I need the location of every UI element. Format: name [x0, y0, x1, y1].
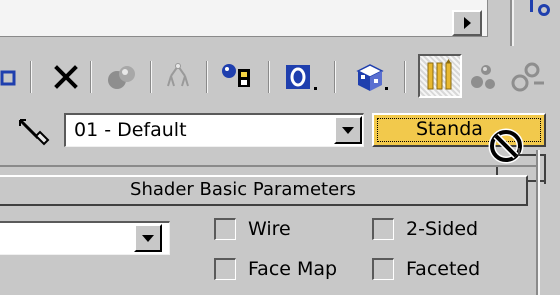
eyedropper-icon	[18, 118, 50, 146]
face-map-checkbox[interactable]	[214, 258, 236, 280]
scroll-right-button[interactable]	[452, 10, 482, 36]
corner-icon[interactable]	[528, 0, 558, 22]
toolbar-separator	[268, 61, 270, 93]
go-to-parent-icon	[471, 65, 495, 89]
divider	[0, 165, 536, 167]
faceted-checkbox[interactable]	[372, 258, 394, 280]
toolbar-separator	[206, 61, 208, 93]
top-panel-area	[0, 0, 488, 37]
put-to-scene-button[interactable]	[0, 58, 20, 96]
material-effects-channel-icon	[286, 65, 317, 90]
connector-line	[518, 154, 546, 156]
put-to-scene-icon	[0, 70, 16, 86]
go-forward-to-sibling-button[interactable]	[506, 58, 550, 96]
toolbar-separator	[334, 61, 336, 93]
two-sided-checkbox[interactable]	[372, 218, 394, 240]
put-to-library-icon	[167, 63, 189, 87]
toolbar-separator	[90, 61, 92, 93]
material-name-dropdown-button[interactable]	[334, 116, 362, 144]
panel-border	[538, 150, 540, 295]
wire-checkbox[interactable]	[214, 218, 236, 240]
material-name-text: 01 - Default	[74, 119, 187, 141]
show-map-in-viewport-button[interactable]	[350, 58, 390, 96]
assign-material-button[interactable]	[218, 58, 258, 96]
toolbar-separator	[150, 61, 152, 93]
face-map-option[interactable]: Face Map	[214, 258, 337, 280]
go-forward-to-sibling-icon	[511, 62, 544, 92]
checker-cube-icon	[356, 64, 388, 91]
wire-option[interactable]: Wire	[214, 218, 291, 240]
toolbar-separator	[30, 61, 32, 93]
rollout-header-shader-basic-parameters[interactable]: Shader Basic Parameters	[0, 175, 528, 206]
wire-label: Wire	[248, 218, 291, 240]
faceted-option[interactable]: Faceted	[372, 258, 480, 280]
two-sided-label: 2-Sided	[406, 218, 479, 240]
pick-material-button[interactable]	[16, 114, 56, 146]
chevron-down-icon	[142, 234, 154, 242]
delete-icon	[54, 65, 78, 89]
make-unique-button[interactable]	[102, 58, 142, 96]
faceted-label: Faceted	[406, 258, 481, 280]
divider	[512, 0, 514, 46]
material-name-field[interactable]: 01 - Default	[64, 113, 364, 147]
rollout-title: Shader Basic Parameters	[130, 179, 356, 200]
two-sided-option[interactable]: 2-Sided	[372, 218, 478, 240]
show-end-result-icon	[427, 59, 452, 90]
arrow-right-icon	[463, 17, 471, 29]
shader-type-dropdown-button[interactable]	[134, 224, 162, 252]
go-to-parent-button[interactable]	[464, 58, 504, 96]
no-drop-cursor-icon	[488, 128, 524, 164]
show-end-result-button[interactable]	[418, 54, 462, 98]
material-effects-channel-button[interactable]	[280, 58, 320, 96]
make-unique-icon	[108, 66, 135, 89]
chevron-down-icon	[342, 126, 354, 134]
toolbar-separator	[404, 61, 406, 93]
delete-button[interactable]	[46, 58, 86, 96]
material-assign-icon	[222, 64, 250, 87]
face-map-label: Face Map	[248, 258, 338, 280]
put-to-library-button[interactable]	[158, 58, 198, 96]
